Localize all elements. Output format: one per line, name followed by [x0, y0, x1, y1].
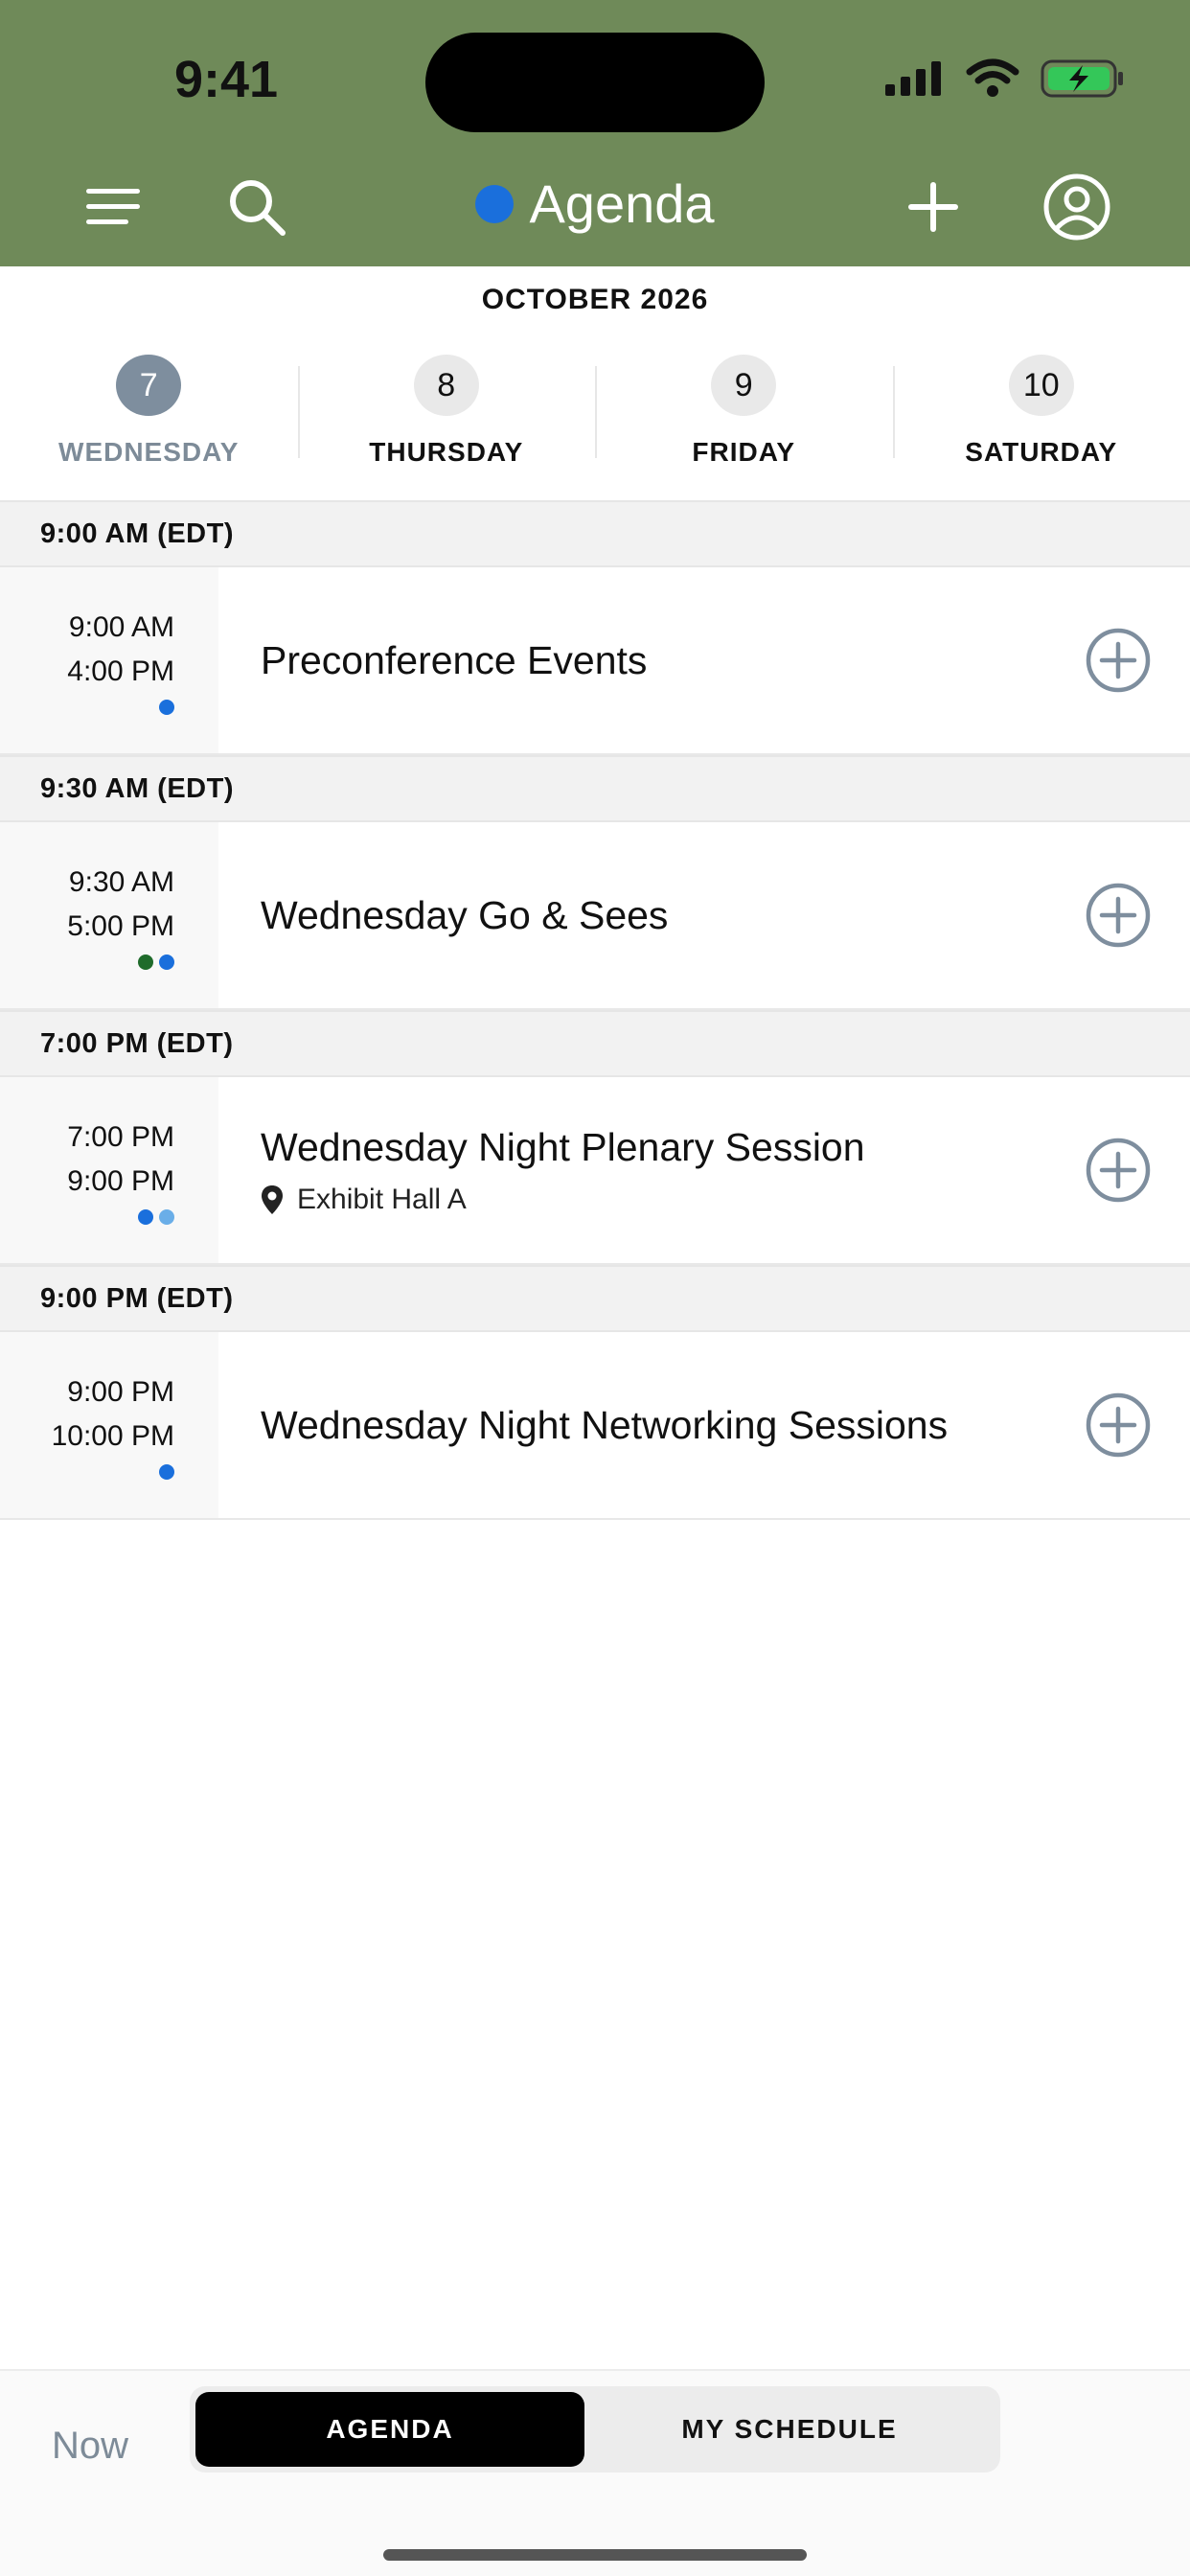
- day-tab-friday[interactable]: 9 FRIDAY: [595, 355, 893, 468]
- event-start-time: 9:00 PM: [67, 1376, 174, 1408]
- app-header: 9:41 Agenda: [0, 0, 1190, 266]
- add-button[interactable]: [889, 163, 977, 251]
- day-number: 10: [1008, 355, 1074, 416]
- circle-plus-icon: [1086, 628, 1151, 693]
- day-name: THURSDAY: [369, 437, 524, 467]
- day-number: 7: [116, 355, 182, 416]
- track-dots: [138, 954, 174, 970]
- time-section-header: 9:00 AM (EDT): [0, 500, 1190, 567]
- home-indicator: [383, 2549, 807, 2561]
- circle-plus-icon: [1086, 1138, 1151, 1203]
- user-profile-icon: [1043, 173, 1110, 241]
- time-section-header: 7:00 PM (EDT): [0, 1010, 1190, 1077]
- event-title: Wednesday Night Networking Sessions: [261, 1402, 949, 1447]
- event-location: Exhibit Hall A: [261, 1184, 1046, 1216]
- nav-bar: Agenda: [0, 163, 1190, 251]
- day-tab-wednesday[interactable]: 7 WEDNESDAY: [0, 355, 298, 468]
- my-schedule-tab[interactable]: MY SCHEDULE: [584, 2392, 995, 2467]
- day-name: SATURDAY: [965, 437, 1118, 467]
- day-tab-saturday[interactable]: 10 SATURDAY: [892, 355, 1190, 468]
- track-dot: [138, 1209, 153, 1225]
- track-dots: [159, 700, 174, 715]
- event-start-time: 9:00 AM: [68, 611, 174, 643]
- track-dot: [159, 700, 174, 715]
- event-end-time: 9:00 PM: [67, 1165, 174, 1197]
- event-row-go-and-sees[interactable]: 9:30 AM 5:00 PM Wednesday Go & Sees: [0, 822, 1190, 1010]
- track-dot: [159, 954, 174, 970]
- event-end-time: 5:00 PM: [67, 910, 174, 942]
- dynamic-island: [425, 33, 765, 132]
- page-title: Agenda: [0, 172, 1190, 235]
- event-title: Wednesday Go & Sees: [261, 892, 669, 937]
- event-location-label: Exhibit Hall A: [297, 1183, 467, 1215]
- event-start-time: 7:00 PM: [67, 1121, 174, 1153]
- add-to-schedule-button[interactable]: [1046, 1077, 1190, 1263]
- event-title: Preconference Events: [261, 637, 648, 682]
- event-body: Wednesday Night Plenary Session Exhibit …: [218, 1077, 1046, 1263]
- day-tab-thursday[interactable]: 8 THURSDAY: [297, 355, 596, 468]
- circle-plus-icon: [1086, 883, 1151, 948]
- time-section-header: 9:30 AM (EDT): [0, 755, 1190, 822]
- event-times: 9:00 PM 10:00 PM: [0, 1332, 218, 1518]
- status-time: 9:41: [174, 51, 279, 108]
- track-dot: [159, 1209, 174, 1225]
- battery-charging-icon: [1041, 59, 1123, 98]
- agenda-dot-icon: [475, 184, 515, 223]
- circle-plus-icon: [1086, 1392, 1151, 1458]
- event-times: 9:30 AM 5:00 PM: [0, 822, 218, 1008]
- profile-button[interactable]: [1033, 163, 1121, 251]
- location-pin-icon: [262, 1184, 283, 1214]
- event-body: Wednesday Night Networking Sessions: [218, 1332, 1046, 1518]
- event-body: Wednesday Go & Sees: [218, 822, 1046, 1008]
- page-title-label: Agenda: [529, 173, 715, 234]
- track-dots: [159, 1464, 174, 1480]
- day-name: FRIDAY: [692, 437, 796, 467]
- day-number: 9: [711, 355, 777, 416]
- event-end-time: 4:00 PM: [67, 656, 174, 687]
- add-to-schedule-button[interactable]: [1046, 567, 1190, 753]
- track-dots: [138, 1209, 174, 1225]
- event-title: Wednesday Night Plenary Session: [261, 1124, 865, 1169]
- event-body: Preconference Events: [218, 567, 1046, 753]
- event-end-time: 10:00 PM: [51, 1420, 174, 1452]
- day-number: 8: [413, 355, 479, 416]
- add-to-schedule-button[interactable]: [1046, 822, 1190, 1008]
- event-row-preconference[interactable]: 9:00 AM 4:00 PM Preconference Events: [0, 567, 1190, 755]
- time-section-header: 9:00 PM (EDT): [0, 1265, 1190, 1332]
- track-dot: [159, 1464, 174, 1480]
- day-selector: 7 WEDNESDAY 8 THURSDAY 9 FRIDAY 10 SATUR…: [0, 355, 1190, 468]
- agenda-tab[interactable]: AGENDA: [195, 2392, 584, 2467]
- now-button[interactable]: Now: [52, 2425, 128, 2468]
- event-times: 9:00 AM 4:00 PM: [0, 567, 218, 753]
- wifi-icon: [966, 58, 1019, 97]
- add-to-schedule-button[interactable]: [1046, 1332, 1190, 1518]
- event-times: 7:00 PM 9:00 PM: [0, 1077, 218, 1263]
- cellular-signal-icon: [885, 61, 941, 96]
- event-start-time: 9:30 AM: [68, 866, 174, 898]
- view-segmented-control: AGENDA MY SCHEDULE: [190, 2386, 1000, 2472]
- event-row-networking[interactable]: 9:00 PM 10:00 PM Wednesday Night Network…: [0, 1332, 1190, 1520]
- status-icons: [883, 58, 1125, 100]
- track-dot: [138, 954, 153, 970]
- day-name: WEDNESDAY: [58, 437, 240, 467]
- bottom-bar: Now AGENDA MY SCHEDULE: [0, 2369, 1190, 2576]
- agenda-list: 9:00 AM (EDT) 9:00 AM 4:00 PM Preconfere…: [0, 500, 1190, 1520]
- plus-icon: [908, 182, 958, 232]
- event-row-plenary[interactable]: 7:00 PM 9:00 PM Wednesday Night Plenary …: [0, 1077, 1190, 1265]
- month-label: OCTOBER 2026: [481, 284, 709, 315]
